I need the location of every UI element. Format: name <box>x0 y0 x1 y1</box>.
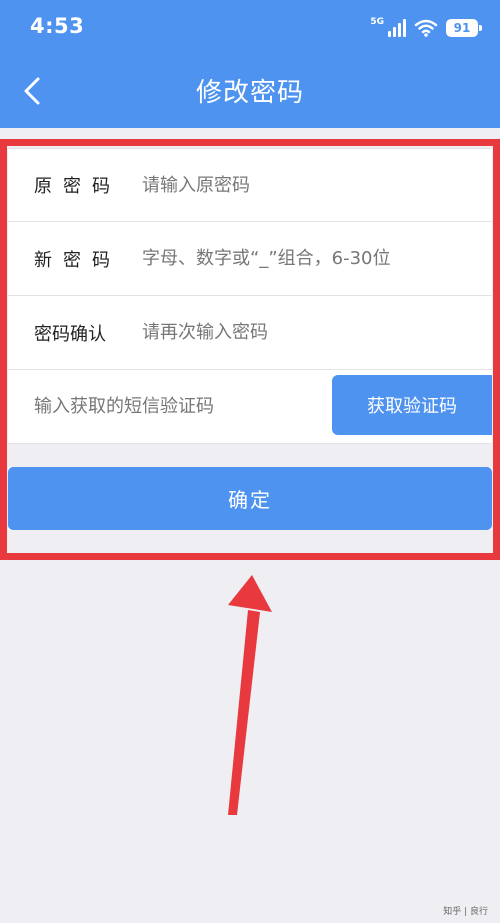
change-password-form: 原密码 新密码 密码确认 获取验证码 确定 <box>8 148 492 530</box>
page-title: 修改密码 <box>195 78 304 108</box>
confirm-password-label: 密码确认 <box>34 323 106 345</box>
status-icons: 5G 91 <box>370 16 482 40</box>
signal-icon <box>388 19 406 37</box>
confirm-button[interactable]: 确定 <box>8 467 492 530</box>
new-password-row: 新密码 <box>8 222 492 296</box>
new-password-input[interactable] <box>142 248 492 269</box>
confirm-password-input[interactable] <box>142 322 492 343</box>
wifi-icon <box>414 19 438 37</box>
sms-code-row: 获取验证码 <box>8 370 492 444</box>
old-password-input[interactable] <box>142 174 492 196</box>
old-password-row: 原密码 <box>8 148 492 222</box>
status-time: 4:53 <box>30 14 85 38</box>
new-password-label: 新密码 <box>34 249 121 271</box>
form-spacer <box>8 444 492 467</box>
get-code-button[interactable]: 获取验证码 <box>332 375 492 435</box>
confirm-password-row: 密码确认 <box>8 296 492 370</box>
battery-icon: 91 <box>446 19 482 37</box>
watermark-text: 知乎 | 良行 <box>443 907 488 917</box>
network-type-label: 5G <box>370 17 384 27</box>
header-bar: 4:53 5G 91 修改密码 <box>0 0 500 128</box>
old-password-label: 原密码 <box>34 176 121 197</box>
